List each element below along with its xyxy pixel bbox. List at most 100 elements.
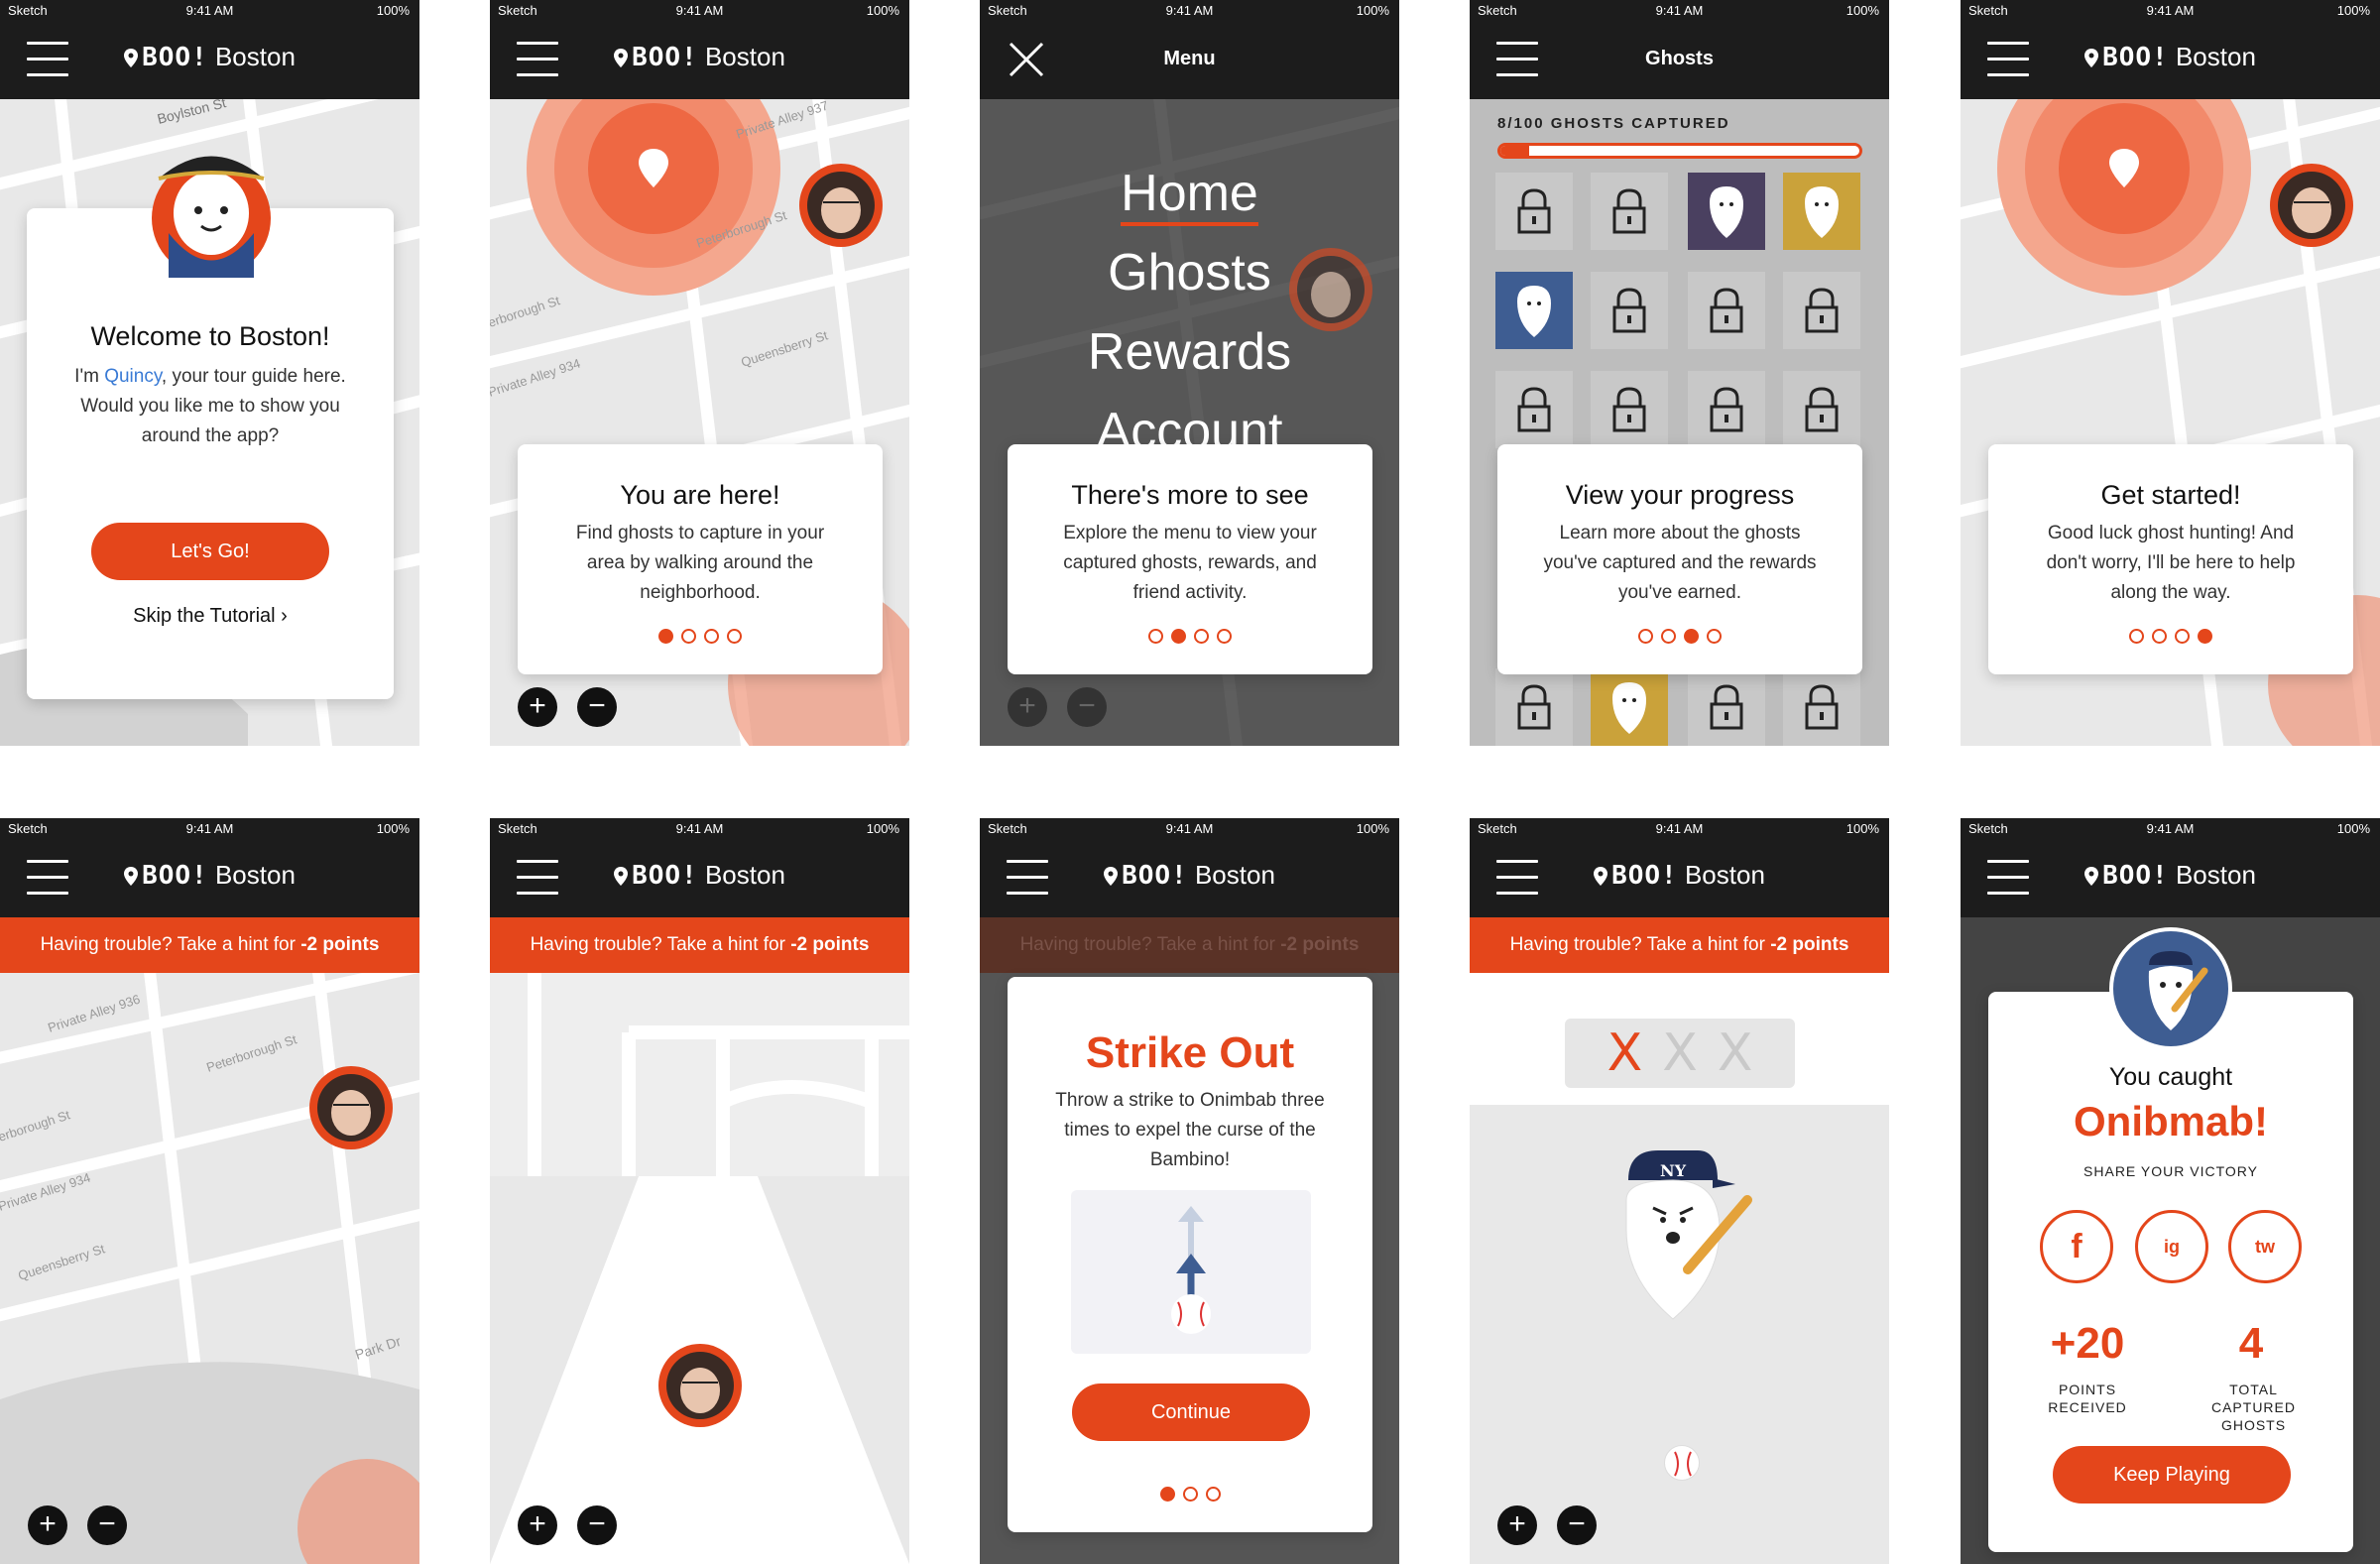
card-body: Explore the menu to view your captured g… [1063,523,1317,603]
navbar: BOO! Boston [1470,840,1889,917]
locked-ghost-cell[interactable] [1493,369,1575,450]
locked-ghost-cell[interactable] [1686,666,1767,746]
ghost-icon [1805,186,1839,238]
progress-label: 8/100 GHOSTS CAPTURED [1497,115,1730,132]
quincy-link[interactable]: Quincy [104,366,162,387]
locked-ghost-cell[interactable] [1686,369,1767,450]
baseball-icon [1171,1294,1211,1334]
locked-ghost-cell[interactable] [1686,270,1767,351]
card-title: Get started! [2100,480,2241,510]
zoom-in-icon[interactable]: + [518,687,557,727]
strike-counter: XXX [1565,1019,1795,1088]
card-body: Find ghosts to capture in your area by w… [575,523,825,603]
share-label: SHARE YOUR VICTORY [2083,1163,2258,1179]
baseball-icon[interactable] [1664,1445,1700,1481]
card-title: View your progress [1565,480,1795,510]
lock-icon [1612,387,1646,432]
continue-button[interactable]: Continue [1072,1384,1310,1441]
lock-icon [1517,188,1551,234]
zoom-in-icon[interactable]: + [28,1505,67,1545]
nav-title: Menu [1163,48,1216,69]
zoom-in-icon[interactable]: + [518,1505,557,1545]
user-avatar[interactable] [799,164,883,247]
captured-ghost-cell[interactable] [1686,171,1767,252]
brand-logo: BOO! Boston [490,42,909,72]
map[interactable]: Private Alley 936 Peterborough St erboro… [0,973,419,1564]
svg-text:NY: NY [1660,1161,1687,1180]
locked-ghost-cell[interactable] [1493,171,1575,252]
zoom-in-icon: + [1008,687,1047,727]
zoom-out-icon[interactable]: − [577,1505,617,1545]
menu-item-home[interactable]: Home [980,164,1399,226]
user-avatar[interactable] [2270,164,2353,247]
strike-mark: X [1606,1023,1643,1083]
menu-item-ghosts[interactable]: Ghosts [980,243,1399,302]
screen-you-are-here: Sketch 9:41 AM 100% BOO! Boston Private … [490,0,909,746]
skip-tutorial-link[interactable]: Skip the Tutorial › [27,605,394,628]
lock-icon [1805,288,1839,333]
pin-icon [614,867,629,886]
captured-ghost-cell[interactable] [1781,171,1862,252]
locked-ghost-cell[interactable] [1781,270,1862,351]
onibmab-ghost[interactable]: NY [1618,1141,1757,1329]
brand-logo: BOO! Boston [490,860,909,891]
card-title: Welcome to Boston! [90,321,330,351]
pagination-dots [1988,629,2353,649]
locked-ghost-cell[interactable] [1493,666,1575,746]
navbar: BOO! Boston [490,22,909,99]
pagination-dots [1497,629,1862,649]
status-bar: Sketch 9:41 AM 100% [490,0,909,22]
hint-banner[interactable]: Having trouble? Take a hint for -2 point… [490,917,909,973]
card-body: Throw a strike to Onimbab three times to… [1055,1090,1325,1170]
card-body: I'm Quincy, your tour guide here. Would … [74,366,346,446]
facebook-icon[interactable]: f [2040,1210,2113,1283]
locked-ghost-cell[interactable] [1781,666,1862,746]
zoom-out-icon[interactable]: − [87,1505,127,1545]
user-avatar[interactable] [309,1066,393,1149]
zoom-out-icon[interactable]: − [1557,1505,1597,1545]
status-bar: Sketch 9:41 AM 100% [980,818,1399,840]
menu-item-rewards[interactable]: Rewards [980,322,1399,382]
zoom-in-icon[interactable]: + [1497,1505,1537,1545]
hint-banner[interactable]: Having trouble? Take a hint for -2 point… [0,917,419,973]
instagram-icon[interactable]: ig [2135,1210,2208,1283]
status-bar: Sketch 9:41 AM 100% [1470,818,1889,840]
quincy-mascot [139,139,284,278]
zoom-out-icon[interactable]: − [577,687,617,727]
brand-logo: BOO! Boston [980,860,1399,891]
locked-ghost-cell[interactable] [1589,270,1670,351]
keep-playing-button[interactable]: Keep Playing [2053,1446,2291,1504]
map[interactable] [490,973,909,1564]
tutorial-card: Get started! Good luck ghost hunting! An… [1988,444,2353,674]
status-bar: Sketch 9:41 AM 100% [1961,0,2380,22]
strike-out-card: Strike Out Throw a strike to Onimbab thr… [1008,977,1372,1532]
lets-go-button[interactable]: Let's Go! [91,523,329,580]
captured-ghost-cell[interactable] [1589,666,1670,746]
caught-card: You caught Onibmab! SHARE YOUR VICTORY f… [1988,992,2353,1552]
locked-ghost-cell[interactable] [1781,369,1862,450]
captured-ghost-cell[interactable] [1493,270,1575,351]
pagination-dots [1008,629,1372,649]
brand-logo: BOO! Boston [1470,860,1889,891]
lock-icon [1612,188,1646,234]
progress-bar [1497,143,1862,159]
battery: 100% [376,3,410,18]
user-avatar[interactable] [658,1344,742,1427]
throw-illustration [1071,1190,1311,1354]
menu-item-account[interactable]: Account [980,402,1399,445]
navbar: BOO! Boston [0,840,419,917]
hint-banner[interactable]: Having trouble? Take a hint for -2 point… [1470,917,1889,973]
status-bar: Sketch 9:41 AM 100% [0,818,419,840]
lock-icon [1805,684,1839,730]
pin-icon [1594,867,1608,886]
locked-ghost-cell[interactable] [1589,171,1670,252]
twitter-icon[interactable]: tw [2228,1210,2302,1283]
chevron-right-icon: › [281,605,288,627]
screen-ghost-game: Sketch 9:41 AM 100% BOO! Boston Having t… [1470,818,1889,1564]
tutorial-card: You are here! Find ghosts to capture in … [518,444,883,674]
welcome-card: Welcome to Boston! I'm Quincy, your tour… [27,208,394,699]
navbar: BOO! Boston [490,840,909,917]
locked-ghost-cell[interactable] [1589,369,1670,450]
card-title: You are here! [620,480,780,510]
points-label: POINTS RECEIVED [2048,1382,2127,1415]
